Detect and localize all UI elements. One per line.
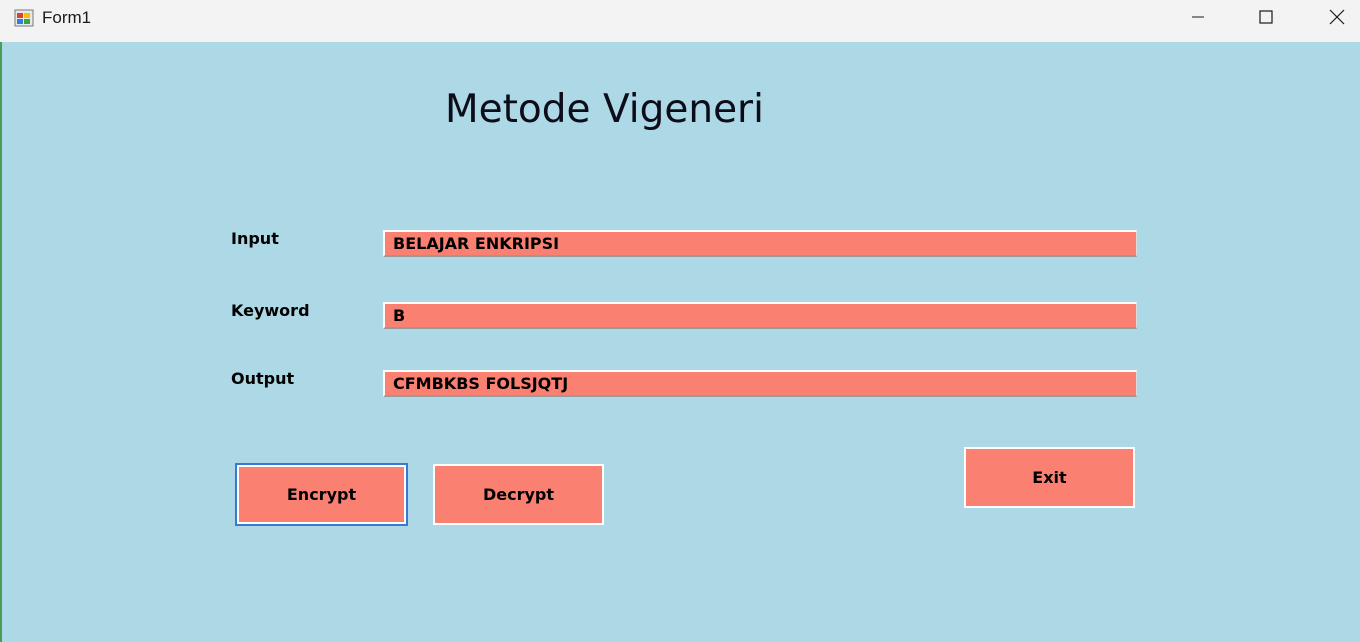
- window-title: Form1: [42, 8, 92, 27]
- window-left-edge: [0, 42, 2, 642]
- decrypt-button[interactable]: Decrypt: [433, 464, 604, 525]
- maximize-button[interactable]: [1231, 0, 1301, 38]
- minimize-button[interactable]: [1163, 0, 1233, 38]
- encrypt-button[interactable]: Encrypt: [235, 463, 408, 526]
- output-field[interactable]: [383, 370, 1137, 397]
- output-label: Output: [231, 369, 295, 388]
- close-button[interactable]: [1302, 0, 1360, 38]
- title-bar: Form1: [0, 0, 1360, 42]
- input-label: Input: [231, 229, 279, 248]
- maximize-icon: [1259, 9, 1273, 29]
- keyword-field[interactable]: [383, 302, 1137, 329]
- keyword-label: Keyword: [231, 301, 310, 320]
- app-window: Form1 Metode Vigeneri Input Keyword Outp…: [0, 0, 1360, 642]
- minimize-icon: [1191, 10, 1205, 29]
- close-icon: [1329, 9, 1345, 30]
- input-field[interactable]: [383, 230, 1137, 257]
- page-title: Metode Vigeneri: [445, 87, 764, 132]
- app-form-icon: [14, 8, 34, 28]
- exit-button[interactable]: Exit: [964, 447, 1135, 508]
